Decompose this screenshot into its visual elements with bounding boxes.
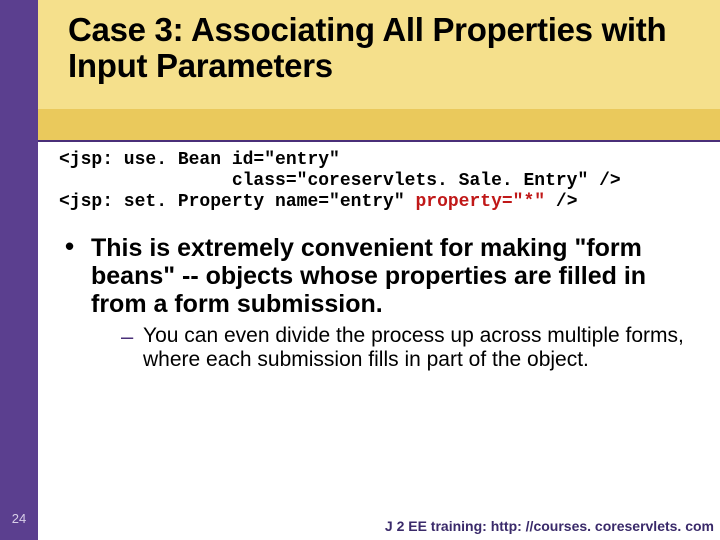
bullet-text-2: You can even divide the process up acros… — [143, 324, 684, 371]
bullet-list-level1: This is extremely convenient for making … — [61, 234, 703, 373]
title-band: Case 3: Associating All Properties with … — [38, 0, 720, 142]
left-accent-bar — [0, 0, 38, 540]
slide: Case 3: Associating All Properties with … — [0, 0, 720, 540]
bullet-text-1: This is extremely convenient for making … — [91, 234, 646, 318]
code-highlight: property="*" — [415, 192, 545, 212]
content-area: <jsp: use. Bean id="entry" class="corese… — [55, 150, 703, 378]
code-line-2a: <jsp: set. Property name="entry" — [59, 192, 415, 212]
footer-text: J 2 EE training: http: //courses. corese… — [385, 518, 714, 534]
code-block: <jsp: use. Bean id="entry" class="corese… — [59, 150, 703, 214]
bullet-list-level2: You can even divide the process up acros… — [121, 324, 703, 373]
bullet-item-2: You can even divide the process up acros… — [121, 324, 703, 373]
code-line-1b: class="coreservlets. Sale. Entry" /> — [59, 171, 621, 191]
bullet-item-1: This is extremely convenient for making … — [61, 234, 703, 373]
page-number: 24 — [7, 511, 31, 526]
code-line-2c: /> — [545, 192, 577, 212]
slide-title: Case 3: Associating All Properties with … — [68, 12, 700, 83]
code-line-1a: <jsp: use. Bean id="entry" — [59, 150, 340, 170]
